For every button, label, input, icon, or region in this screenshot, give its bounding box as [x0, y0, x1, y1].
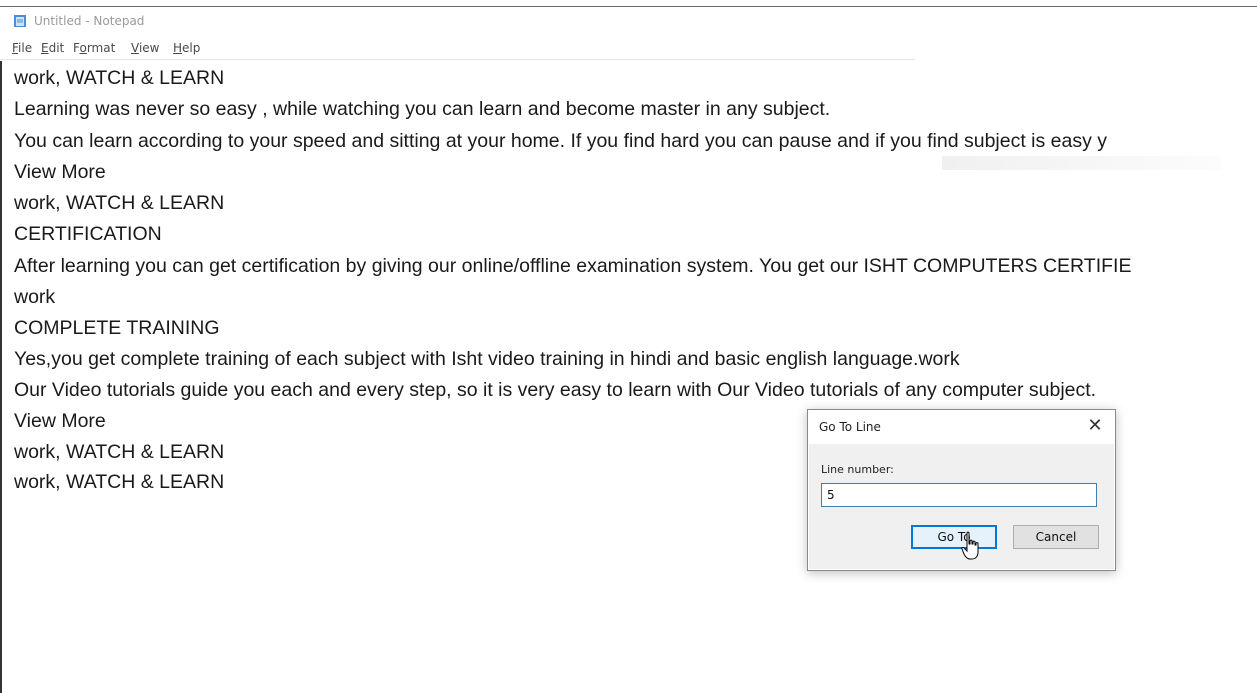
- text-line: work, WATCH & LEARN: [14, 67, 225, 89]
- text-line: work, WATCH & LEARN: [14, 441, 225, 463]
- close-icon[interactable]: ✕: [1085, 415, 1105, 436]
- text-line: View More: [14, 161, 106, 183]
- text-line: Learning was never so easy , while watch…: [14, 98, 831, 120]
- window-title: Untitled - Notepad: [34, 14, 145, 28]
- go-to-button[interactable]: Go To: [911, 525, 997, 549]
- menu-bar: File Edit Format View Help: [0, 37, 915, 60]
- text-line: After learning you can get certification…: [14, 255, 1132, 277]
- menu-help[interactable]: Help: [173, 41, 200, 55]
- menu-format[interactable]: Format: [73, 41, 115, 55]
- text-line: work, WATCH & LEARN: [14, 471, 225, 493]
- text-line: work, WATCH & LEARN: [14, 192, 225, 214]
- text-line: COMPLETE TRAINING: [14, 317, 220, 339]
- text-editor-area[interactable]: work, WATCH & LEARN Learning was never s…: [0, 61, 1257, 693]
- text-line: Yes,you get complete training of each su…: [14, 348, 960, 370]
- dialog-title: Go To Line: [819, 420, 881, 434]
- cancel-button[interactable]: Cancel: [1013, 525, 1099, 549]
- menu-edit[interactable]: Edit: [41, 41, 64, 55]
- hand-pointer-icon: [961, 531, 979, 560]
- text-line: View More: [14, 410, 106, 432]
- window-top-border: [0, 6, 1257, 7]
- menu-view[interactable]: View: [131, 41, 159, 55]
- line-number-input[interactable]: 5: [821, 483, 1097, 507]
- line-number-label: Line number:: [821, 463, 894, 476]
- notepad-icon: [14, 15, 26, 27]
- text-line: You can learn according to your speed an…: [14, 130, 1108, 152]
- background-artifact: [942, 156, 1222, 170]
- text-line: work: [14, 286, 56, 308]
- title-bar: Untitled - Notepad: [0, 9, 1257, 35]
- menu-file[interactable]: File: [12, 41, 32, 55]
- text-line: CERTIFICATION: [14, 223, 162, 245]
- text-line: Our Video tutorials guide you each and e…: [14, 379, 1097, 401]
